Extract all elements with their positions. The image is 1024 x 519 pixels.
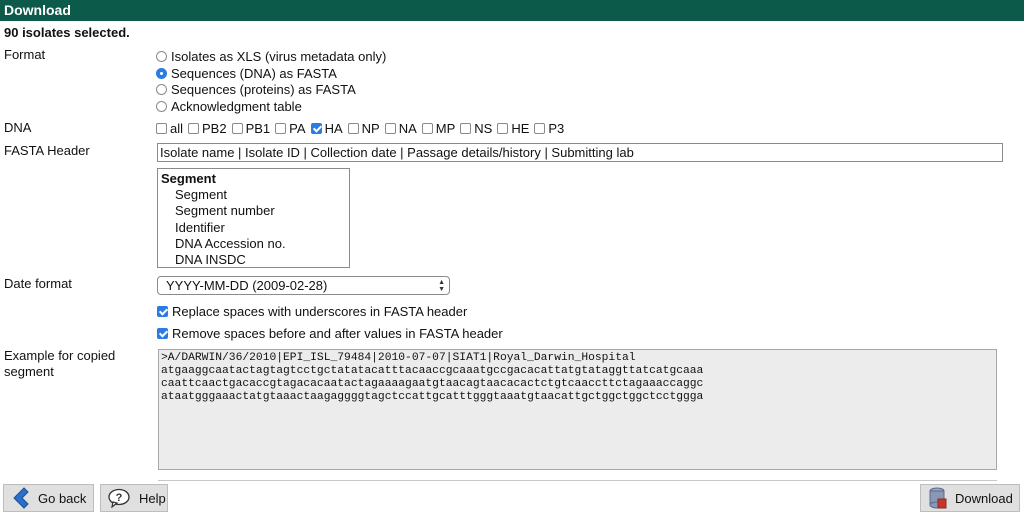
dna-label: DNA <box>4 120 32 135</box>
dna-segment-list: all PB2 PB1 PA HA NP NA MP NS HE P3 <box>156 120 569 136</box>
date-format-select[interactable]: YYYY-MM-DD (2009-02-28) ▲ ▼ <box>157 276 450 295</box>
date-format-value: YYYY-MM-DD (2009-02-28) <box>166 278 328 293</box>
download-button[interactable]: Download <box>920 484 1020 512</box>
list-item[interactable]: Segment number <box>158 203 349 219</box>
example-segment-textarea[interactable]: >A/DARWIN/36/2010|EPI_ISL_79484|2010-07-… <box>158 349 997 470</box>
checkbox-pb2[interactable] <box>188 122 200 134</box>
checkbox-mp[interactable] <box>421 122 433 134</box>
help-label: Help <box>139 490 166 506</box>
go-back-label: Go back <box>38 490 87 506</box>
checkbox-all[interactable] <box>156 122 167 134</box>
date-format-label: Date format <box>4 276 72 291</box>
arrow-left-icon <box>10 487 30 509</box>
dna-segment-ns[interactable]: NS <box>460 121 492 136</box>
radio-dna-fasta[interactable] <box>156 67 167 79</box>
checkbox-replace-spaces[interactable] <box>157 305 168 317</box>
select-arrows-icon: ▲ ▼ <box>438 279 445 293</box>
question-bubble-icon: ? <box>107 488 131 508</box>
dna-segment-pb2[interactable]: PB2 <box>188 121 227 136</box>
divider <box>158 480 997 481</box>
dna-segment-pb1[interactable]: PB1 <box>231 121 270 136</box>
radio-xls[interactable] <box>156 50 167 62</box>
list-item[interactable]: DNA INSDC <box>158 252 349 267</box>
format-option-acknowledgment[interactable]: Acknowledgment table <box>156 98 302 114</box>
list-group-segment: Segment <box>161 171 216 186</box>
help-button[interactable]: ? Help <box>100 484 168 512</box>
checkbox-ns[interactable] <box>460 122 472 134</box>
radio-protein-fasta[interactable] <box>156 83 167 95</box>
checkbox-he[interactable] <box>497 122 509 134</box>
fasta-header-fields-list[interactable]: Segment Segment Segment number Identifie… <box>157 168 350 268</box>
checkbox-pb1[interactable] <box>231 122 243 134</box>
checkbox-np[interactable] <box>347 122 359 134</box>
example-line: >A/DARWIN/36/2010|EPI_ISL_79484|2010-07-… <box>161 352 636 364</box>
download-label: Download <box>955 490 1013 506</box>
format-option-label: Sequences (proteins) as FASTA <box>171 81 356 97</box>
dna-segment-p3[interactable]: P3 <box>534 121 564 136</box>
option-remove-spaces[interactable]: Remove spaces before and after values in… <box>157 325 503 341</box>
dna-segment-he[interactable]: HE <box>497 121 529 136</box>
option-replace-spaces[interactable]: Replace spaces with underscores in FASTA… <box>157 303 467 319</box>
example-line: caattcaactgacaccgtagacacaatactagaaaagaat… <box>161 378 704 390</box>
list-item[interactable]: Identifier <box>158 220 349 236</box>
svg-text:?: ? <box>116 492 123 504</box>
checkbox-na[interactable] <box>384 122 396 134</box>
database-download-icon <box>929 487 947 509</box>
format-option-label: Isolates as XLS (virus metadata only) <box>171 48 387 64</box>
example-line: atgaaggcaatactagtagtcctgctatatacatttacaa… <box>161 365 704 377</box>
go-back-button[interactable]: Go back <box>3 484 94 512</box>
dna-segment-np[interactable]: NP <box>347 121 380 136</box>
dna-segment-mp[interactable]: MP <box>421 121 455 136</box>
dna-segment-all[interactable]: all <box>156 121 183 136</box>
checkbox-remove-spaces[interactable] <box>157 327 168 339</box>
fasta-header-input[interactable] <box>157 143 1003 162</box>
dna-segment-pa[interactable]: PA <box>275 121 306 136</box>
checkbox-p3[interactable] <box>534 122 546 134</box>
radio-acknowledgment[interactable] <box>156 100 167 112</box>
format-option-xls[interactable]: Isolates as XLS (virus metadata only) <box>156 48 386 64</box>
format-option-label: Sequences (DNA) as FASTA <box>171 65 337 81</box>
format-option-dna-fasta[interactable]: Sequences (DNA) as FASTA <box>156 65 337 81</box>
checkbox-pa[interactable] <box>275 122 287 134</box>
format-option-protein-fasta[interactable]: Sequences (proteins) as FASTA <box>156 81 356 97</box>
example-line: ataatgggaaactatgtaaactaagaggggtagctccatt… <box>161 391 704 403</box>
list-item[interactable]: Segment <box>158 187 349 203</box>
option-label: Remove spaces before and after values in… <box>172 325 503 341</box>
dna-segment-ha[interactable]: HA <box>310 121 343 136</box>
fasta-header-label: FASTA Header <box>4 143 90 158</box>
list-item[interactable]: DNA Accession no. <box>158 236 349 252</box>
format-option-label: Acknowledgment table <box>171 98 302 114</box>
dna-segment-na[interactable]: NA <box>384 121 417 136</box>
checkbox-ha[interactable] <box>310 122 322 134</box>
format-label: Format <box>4 47 46 62</box>
option-label: Replace spaces with underscores in FASTA… <box>172 303 468 319</box>
window-title: Download <box>0 0 1024 21</box>
example-label: Example for copied segment <box>4 348 116 379</box>
selection-summary: 90 isolates selected. <box>4 25 130 40</box>
